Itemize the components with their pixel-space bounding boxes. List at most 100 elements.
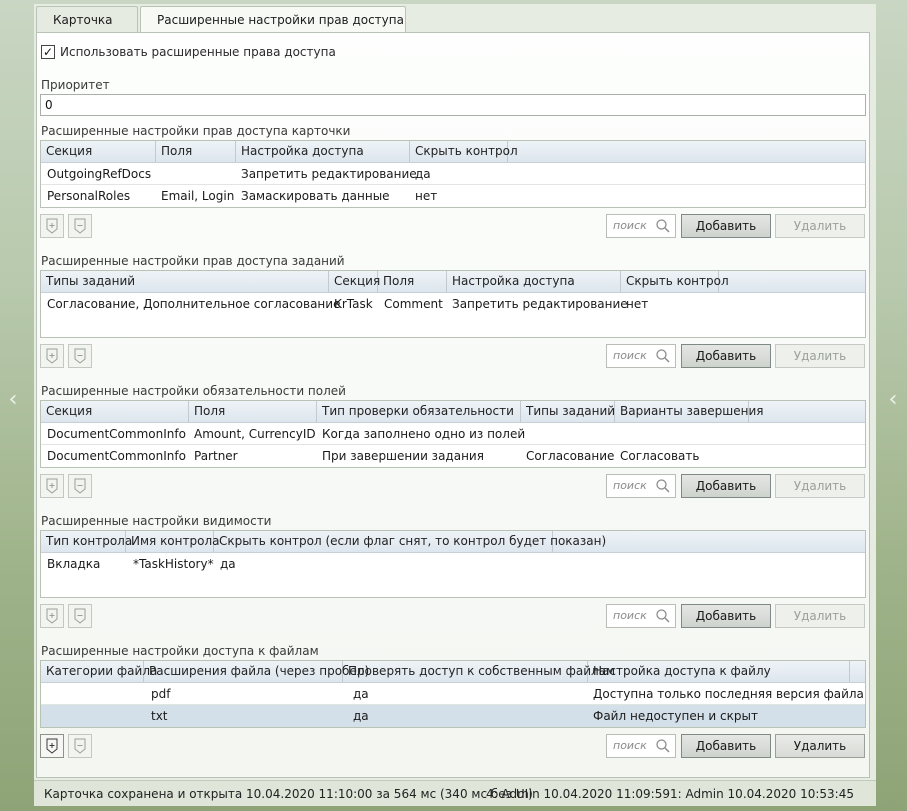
column-header[interactable]: Варианты завершения: [615, 401, 764, 422]
cell: нет: [415, 189, 438, 203]
column-header[interactable]: Расширения файла (через пробел): [144, 661, 369, 682]
search-icon: [656, 609, 670, 623]
table-row[interactable]: pdf да Доступна только последняя версия …: [41, 683, 865, 705]
column-header[interactable]: Настройка доступа: [447, 271, 621, 292]
cell: Email, Login: [161, 189, 235, 203]
cell: txt: [151, 709, 168, 723]
status-version-4[interactable]: 4: Admin 10.04.2020 11:09:59: [486, 781, 670, 807]
search-input[interactable]: поиск: [606, 734, 676, 758]
cell: Файл недоступен и скрыт: [593, 709, 758, 723]
column-header[interactable]: Тип контрола: [41, 531, 132, 552]
delete-button[interactable]: Удалить: [775, 474, 865, 498]
add-button[interactable]: Добавить: [681, 214, 771, 238]
add-button[interactable]: Добавить: [681, 474, 771, 498]
add-row-icon[interactable]: [40, 344, 64, 368]
search-placeholder: поиск: [613, 609, 647, 622]
column-header[interactable]: Секция: [41, 401, 189, 422]
cell: Amount, CurrencyID: [194, 427, 316, 441]
cell: Согласовать: [620, 449, 700, 463]
cell: Согласование: [526, 449, 615, 463]
column-header[interactable]: Скрыть контрол (если флаг снят, то контр…: [214, 531, 606, 552]
search-placeholder: поиск: [613, 479, 647, 492]
add-row-icon[interactable]: [40, 734, 64, 758]
column-header[interactable]: Скрыть контрол: [621, 271, 729, 292]
table-row[interactable]: PersonalRoles Email, Login Замаскировать…: [41, 185, 865, 207]
column-header[interactable]: Скрыть контрол: [410, 141, 518, 162]
visibility-toolbar: поиск Добавить Удалить: [40, 603, 866, 629]
delete-button[interactable]: Удалить: [775, 604, 865, 628]
column-header[interactable]: Настройка доступа к файлу: [588, 661, 850, 682]
remove-row-icon[interactable]: [68, 604, 92, 628]
add-row-icon[interactable]: [40, 474, 64, 498]
visibility-table[interactable]: Тип контрола Имя контрола Скрыть контрол…: [40, 530, 866, 598]
cell: Вкладка: [47, 557, 101, 571]
use-extended-label: Использовать расширенные права доступа: [60, 45, 336, 59]
section-title-file-access: Расширенные настройки доступа к файлам: [41, 644, 319, 658]
tab-extended-access[interactable]: Расширенные настройки прав доступа: [140, 6, 406, 34]
table-header: Тип контрола Имя контрола Скрыть контрол…: [41, 531, 865, 553]
card-access-toolbar: поиск Добавить Удалить: [40, 213, 866, 239]
column-header[interactable]: Типы заданий: [521, 401, 615, 422]
table-header: Типы заданий Секция Поля Настройка досту…: [41, 271, 865, 293]
add-button[interactable]: Добавить: [681, 734, 771, 758]
remove-row-icon[interactable]: [68, 344, 92, 368]
column-header[interactable]: Настройка доступа: [236, 141, 410, 162]
table-row[interactable]: OutgoingRefDocs Запретить редактирование…: [41, 163, 865, 185]
remove-row-icon[interactable]: [68, 214, 92, 238]
cell: Partner: [194, 449, 238, 463]
use-extended-checkbox[interactable]: ✓: [41, 45, 55, 59]
search-input[interactable]: поиск: [606, 474, 676, 498]
tab-card[interactable]: Карточка: [36, 6, 138, 33]
cell: Замаскировать данные: [241, 189, 390, 203]
table-row-selected[interactable]: txt да Файл недоступен и скрыт: [41, 705, 865, 727]
cell: KrTask: [334, 297, 373, 311]
task-access-table[interactable]: Типы заданий Секция Поля Настройка досту…: [40, 270, 866, 338]
column-header[interactable]: Поля: [156, 141, 236, 162]
search-input[interactable]: поиск: [606, 214, 676, 238]
cell: да: [220, 557, 236, 571]
add-button[interactable]: Добавить: [681, 344, 771, 368]
required-fields-table[interactable]: Секция Поля Тип проверки обязательности …: [40, 400, 866, 468]
column-header[interactable]: Тип проверки обязательности: [317, 401, 521, 422]
add-row-icon[interactable]: [40, 214, 64, 238]
cell: нет: [626, 297, 649, 311]
cell: Согласование, Дополнительное согласовани…: [47, 297, 341, 311]
section-title-required-fields: Расширенные настройки обязательности пол…: [41, 384, 346, 398]
delete-button[interactable]: Удалить: [775, 344, 865, 368]
search-input[interactable]: поиск: [606, 344, 676, 368]
priority-input[interactable]: 0: [40, 94, 866, 116]
table-row[interactable]: Согласование, Дополнительное согласовани…: [41, 293, 865, 315]
delete-button[interactable]: Удалить: [775, 734, 865, 758]
column-header[interactable]: Проверять доступ к собственным файлам: [343, 661, 615, 682]
status-version-1[interactable]: 1: Admin 10.04.2020 10:53:45: [670, 781, 854, 807]
table-row[interactable]: Вкладка *TaskHistory* да: [41, 553, 865, 575]
cell: да: [415, 167, 431, 181]
column-header[interactable]: Категории файла: [41, 661, 157, 682]
column-header[interactable]: Имя контрола: [126, 531, 219, 552]
column-header[interactable]: Типы заданий: [41, 271, 329, 292]
column-header[interactable]: Поля: [189, 401, 317, 422]
file-access-toolbar: поиск Добавить Удалить: [40, 733, 866, 759]
priority-label: Приоритет: [41, 78, 110, 92]
add-row-icon[interactable]: [40, 604, 64, 628]
search-input[interactable]: поиск: [606, 604, 676, 628]
add-button[interactable]: Добавить: [681, 604, 771, 628]
nav-left-icon[interactable]: ‹: [6, 388, 20, 412]
cell: DocumentCommonInfo: [47, 427, 186, 441]
remove-row-icon[interactable]: [68, 474, 92, 498]
table-header: Секция Поля Тип проверки обязательности …: [41, 401, 865, 423]
cell: OutgoingRefDocs: [47, 167, 152, 181]
column-header[interactable]: Секция: [41, 141, 156, 162]
table-row[interactable]: DocumentCommonInfo Amount, CurrencyID Ко…: [41, 423, 865, 445]
column-header[interactable]: Секция: [329, 271, 380, 292]
extended-access-panel: ✓ Использовать расширенные права доступа…: [36, 32, 870, 778]
table-row[interactable]: DocumentCommonInfo Partner При завершени…: [41, 445, 865, 467]
checkmark-icon: ✓: [42, 45, 54, 59]
card-access-table[interactable]: Секция Поля Настройка доступа Скрыть кон…: [40, 140, 866, 208]
column-header[interactable]: Поля: [378, 271, 447, 292]
file-access-table[interactable]: Категории файла Расширения файла (через …: [40, 660, 866, 728]
nav-right-icon[interactable]: ‹: [886, 388, 900, 412]
remove-row-icon[interactable]: [68, 734, 92, 758]
search-placeholder: поиск: [613, 739, 647, 752]
delete-button[interactable]: Удалить: [775, 214, 865, 238]
